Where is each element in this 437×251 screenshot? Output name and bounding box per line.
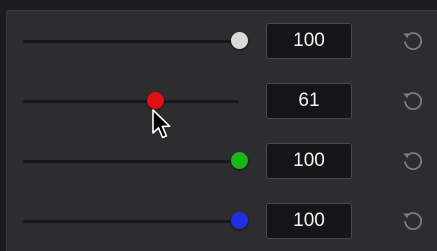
slider-row-green: 100 bbox=[7, 143, 437, 179]
slider-track bbox=[23, 40, 239, 43]
mouse-pointer-icon bbox=[152, 109, 171, 139]
red-slider[interactable] bbox=[23, 83, 239, 119]
reset-icon[interactable] bbox=[400, 89, 424, 113]
slider-track bbox=[23, 160, 239, 163]
green-slider[interactable] bbox=[23, 143, 248, 179]
reset-icon[interactable] bbox=[400, 209, 424, 233]
red-slider-knob[interactable] bbox=[146, 92, 164, 109]
reset-icon[interactable] bbox=[400, 29, 424, 53]
color-slider-panel: 100 61 100 100 bbox=[6, 10, 437, 251]
white-slider-knob[interactable] bbox=[231, 32, 248, 49]
red-value-field[interactable]: 61 bbox=[266, 83, 352, 119]
blue-slider[interactable] bbox=[23, 203, 248, 239]
blue-slider-knob[interactable] bbox=[231, 212, 248, 229]
green-slider-knob[interactable] bbox=[231, 152, 248, 169]
slider-row-white: 100 bbox=[7, 23, 437, 59]
blue-value-field[interactable]: 100 bbox=[266, 203, 352, 239]
slider-row-red: 61 bbox=[7, 83, 437, 119]
slider-track bbox=[23, 100, 239, 103]
green-value-field[interactable]: 100 bbox=[266, 143, 352, 179]
white-value-field[interactable]: 100 bbox=[266, 23, 352, 59]
white-slider[interactable] bbox=[23, 23, 248, 59]
slider-track bbox=[23, 220, 239, 223]
reset-icon[interactable] bbox=[400, 149, 424, 173]
slider-row-blue: 100 bbox=[7, 203, 437, 239]
